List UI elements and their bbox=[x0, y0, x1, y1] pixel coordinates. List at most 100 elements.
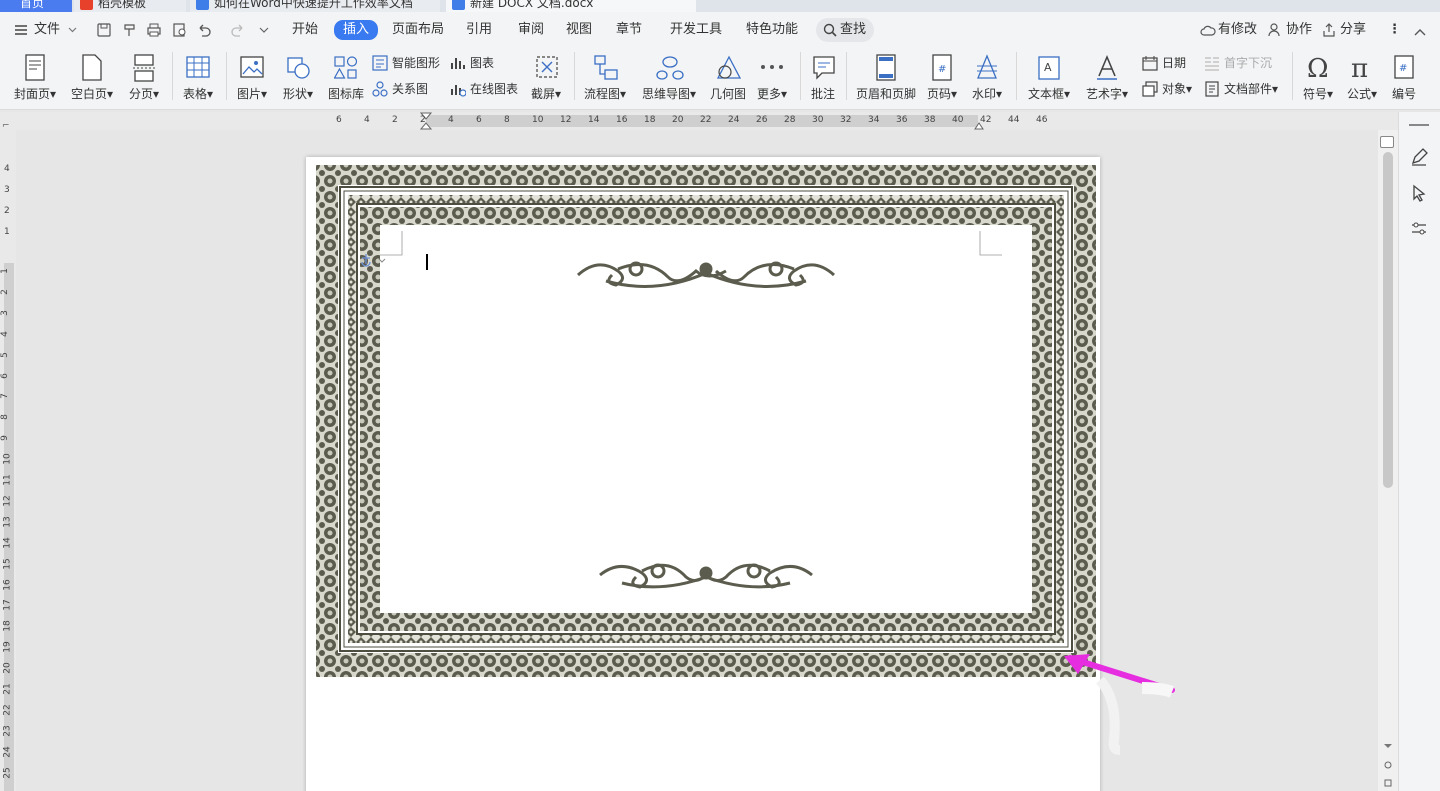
menu-review[interactable]: 审阅 bbox=[518, 21, 544, 39]
vertical-scrollbar[interactable] bbox=[1378, 130, 1398, 791]
tab-home[interactable]: 首页 bbox=[0, 0, 72, 12]
format-painter-icon[interactable] bbox=[122, 22, 138, 38]
shape-button[interactable]: 形状▾ bbox=[276, 52, 320, 104]
redo-icon[interactable] bbox=[230, 22, 246, 38]
ruler-tick-label: 10 bbox=[2, 453, 13, 465]
modified-button[interactable]: 有修改 bbox=[1200, 21, 1257, 39]
more-button[interactable]: 更多▾ bbox=[752, 52, 792, 104]
picture-button[interactable]: 图片▾ bbox=[232, 52, 272, 104]
settings-sliders-icon[interactable] bbox=[1410, 220, 1428, 238]
word-doc-icon bbox=[452, 0, 465, 10]
ruler-tick-label: 6 bbox=[336, 115, 342, 125]
svg-text:A: A bbox=[1044, 61, 1052, 74]
flowchart-icon bbox=[594, 55, 618, 80]
print-preview-icon[interactable] bbox=[172, 22, 188, 38]
document-page[interactable] bbox=[306, 157, 1100, 791]
scrollbar-thumb[interactable] bbox=[1383, 152, 1393, 488]
save-icon[interactable] bbox=[96, 22, 112, 38]
drop-cap-icon bbox=[1205, 57, 1219, 71]
smartart-button[interactable]: 智能图形 bbox=[372, 54, 440, 72]
prev-page-icon[interactable] bbox=[1383, 760, 1393, 770]
menu-special[interactable]: 特色功能 bbox=[746, 21, 798, 39]
scroll-down-icon[interactable] bbox=[1383, 742, 1393, 750]
page-break-button[interactable]: 分页▾ bbox=[124, 52, 164, 104]
ruler-tick-label: 14 bbox=[2, 536, 13, 549]
ruler-tick-label: 9 bbox=[0, 435, 10, 442]
next-page-icon[interactable] bbox=[1383, 778, 1393, 788]
symbol-button[interactable]: Ω 符号▾ bbox=[1298, 52, 1338, 104]
panel-collapse-handle[interactable] bbox=[1409, 124, 1429, 126]
file-menu[interactable]: 文件 bbox=[14, 21, 77, 39]
formula-button[interactable]: π 公式▾ bbox=[1342, 52, 1382, 104]
blank-page-button[interactable]: 空白页▾ bbox=[66, 52, 118, 104]
tab-docer[interactable]: 稻壳模板 bbox=[74, 0, 186, 12]
ruler-tick-label: 3 bbox=[4, 185, 10, 195]
tab-doc-1[interactable]: 如何在Word中快速提升工作效率文档 bbox=[190, 0, 440, 12]
menu-page-layout[interactable]: 页面布局 bbox=[392, 21, 444, 39]
menu-insert[interactable]: 插入 bbox=[334, 20, 379, 40]
anchor-icon[interactable] bbox=[360, 253, 386, 267]
smartart-icon bbox=[372, 55, 388, 71]
screenshot-button[interactable]: 截屏▾ bbox=[526, 52, 566, 104]
ruler-tick-label: 34 bbox=[868, 115, 880, 125]
menu-references[interactable]: 引用 bbox=[466, 21, 492, 39]
horizontal-ruler[interactable]: 6 4 2 2 4 6 8 10 12 14 16 18 20 22 24 26 28 30 32 34 36 38 40 4… bbox=[0, 112, 1440, 130]
cover-page-button[interactable]: 封面页▾ bbox=[10, 52, 60, 104]
doc-parts-button[interactable]: 文档部件▾ bbox=[1204, 80, 1278, 98]
ruler-tick-label: 7 bbox=[0, 393, 10, 400]
tab-doc-active[interactable]: 新建 DOCX 文档.docx bbox=[446, 0, 696, 12]
share-button[interactable]: 分享 bbox=[1322, 21, 1366, 39]
ribbon-separator bbox=[226, 52, 227, 100]
date-button[interactable]: 日期 bbox=[1142, 54, 1186, 72]
pen-edit-icon[interactable] bbox=[1410, 148, 1428, 166]
page-number-button[interactable]: # 页码▾ bbox=[922, 52, 962, 104]
menu-developer[interactable]: 开发工具 bbox=[670, 21, 722, 39]
comment-button[interactable]: 批注 bbox=[806, 52, 840, 104]
header-footer-button[interactable]: 页眉和页脚 bbox=[852, 52, 920, 104]
object-button[interactable]: 对象▾ bbox=[1142, 80, 1192, 98]
menu-start[interactable]: 开始 bbox=[292, 21, 318, 39]
online-chart-button[interactable]: 在线图表 bbox=[450, 80, 518, 98]
bar-chart-icon bbox=[451, 58, 465, 69]
ruler-tick-label: 16 bbox=[2, 578, 13, 591]
wordart-icon bbox=[1097, 54, 1117, 80]
relation-diagram-button[interactable]: 关系图 bbox=[372, 80, 428, 98]
table-button[interactable]: 表格▾ bbox=[178, 52, 218, 104]
undo-icon[interactable] bbox=[196, 22, 212, 38]
numbering-button[interactable]: # 编号 bbox=[1386, 52, 1422, 104]
ribbon-separator bbox=[846, 52, 847, 100]
ruler-tick-label: 8 bbox=[504, 115, 510, 125]
cover-page-icon bbox=[25, 54, 45, 81]
hamburger-icon bbox=[15, 25, 27, 35]
textbox-icon: A bbox=[1038, 56, 1060, 80]
chart-button[interactable]: 图表 bbox=[450, 54, 494, 72]
ruler-tick-label: 44 bbox=[1008, 115, 1020, 125]
icon-library-button[interactable]: 图标库 bbox=[324, 52, 368, 104]
drop-cap-button[interactable]: 首字下沉 bbox=[1204, 54, 1272, 72]
icon-library-icon bbox=[334, 56, 358, 79]
menu-chapter[interactable]: 章节 bbox=[616, 21, 642, 39]
print-icon[interactable] bbox=[146, 22, 162, 38]
ribbon-separator bbox=[1292, 52, 1293, 100]
mindmap-button[interactable]: 思维导图▾ bbox=[638, 52, 700, 104]
ribbon-separator bbox=[574, 52, 575, 100]
geometry-button[interactable]: 几何图 bbox=[706, 52, 750, 104]
flowchart-button[interactable]: 流程图▾ bbox=[580, 52, 630, 104]
cloud-icon bbox=[1200, 25, 1216, 36]
search-button[interactable]: 查找 bbox=[816, 18, 875, 42]
select-cursor-icon[interactable] bbox=[1410, 184, 1428, 202]
vertical-ruler[interactable]: 4 3 2 1 1 2 3 4 5 6 7 8 9 10 11 12 13 14 15 16 17 18 19 20 21 22 2… bbox=[0, 130, 16, 791]
more-options-icon[interactable]: ⋮ bbox=[1388, 21, 1401, 39]
table-icon bbox=[186, 56, 210, 78]
ornamental-frame bbox=[316, 165, 1096, 677]
collaborate-button[interactable]: 协作 bbox=[1268, 21, 1312, 39]
menu-view[interactable]: 视图 bbox=[566, 21, 592, 39]
split-view-icon[interactable] bbox=[1380, 136, 1394, 148]
watermark-button[interactable]: 水印▾ bbox=[966, 52, 1008, 104]
ruler-tick-label: 23 bbox=[2, 725, 13, 737]
wordart-button[interactable]: 艺术字▾ bbox=[1080, 52, 1134, 104]
collapse-ribbon-icon[interactable] bbox=[1412, 24, 1428, 40]
ruler-tick-label: 8 bbox=[0, 414, 10, 421]
textbox-button[interactable]: A 文本框▾ bbox=[1022, 52, 1076, 104]
customize-dropdown-icon[interactable] bbox=[256, 22, 272, 38]
